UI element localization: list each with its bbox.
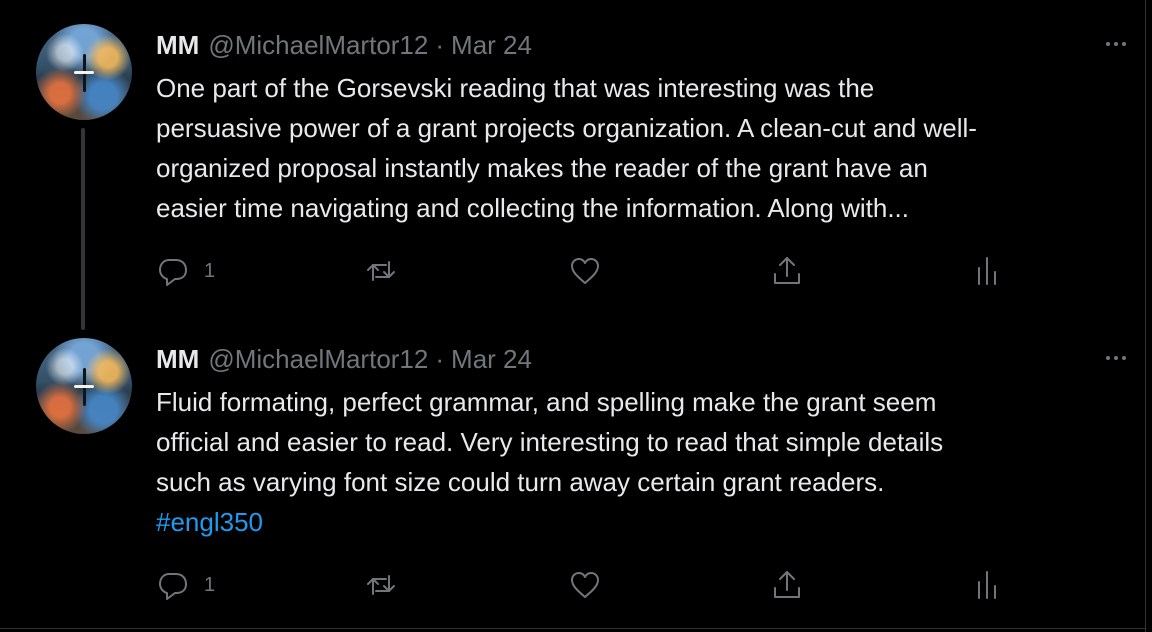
more-dot [1106,356,1110,360]
heart-icon [571,258,599,284]
analytics-button[interactable] [970,568,1004,602]
more-dot [1114,356,1118,360]
tweet-date[interactable]: Mar 24 [451,26,532,64]
tweet-text-line: persuasive power of a grant projects org… [156,113,977,143]
share-button[interactable] [770,254,804,288]
tweet-actions: 1 [156,254,1036,288]
tweet-text-line: such as varying font size could turn awa… [156,467,885,497]
tweet-content: MM @MichaelMartor12 · Mar 24 One part of… [156,26,1126,286]
avatar[interactable] [36,24,132,120]
more-dot [1122,42,1126,46]
meta-separator: · [435,344,445,374]
tweet-text: Fluid formating, perfect grammar, and sp… [156,382,1116,542]
tweet-text-line: official and easier to read. Very intere… [156,427,944,457]
reply-icon [159,259,187,286]
more-dot [1122,356,1126,360]
retweet-button[interactable] [364,254,398,288]
tweet-text-line: One part of the Gorsevski reading that w… [156,73,875,103]
tweet-text: One part of the Gorsevski reading that w… [156,68,1116,228]
frame-border-bottom [0,628,1146,629]
share-icon [774,571,800,598]
tweet-date[interactable]: Mar 24 [451,340,532,378]
like-button[interactable] [568,568,602,602]
user-handle[interactable]: @MichaelMartor12 [208,340,428,378]
share-icon [774,257,800,284]
tweet-header: MM @MichaelMartor12 · Mar 24 [156,340,1116,378]
tweet-header: MM @MichaelMartor12 · Mar 24 [156,26,1116,64]
reply-count: 1 [204,259,216,282]
analytics-icon [978,257,996,285]
analytics-icon [978,571,996,599]
analytics-button[interactable] [970,254,1004,288]
user-handle[interactable]: @MichaelMartor12 [208,26,428,64]
more-dot [1114,42,1118,46]
display-name[interactable]: MM [156,26,199,64]
display-name[interactable]: MM [156,340,199,378]
heart-icon [571,572,599,598]
more-horizontal-icon[interactable] [1096,351,1136,365]
share-button[interactable] [770,568,804,602]
reply-button[interactable]: 1 [156,254,215,288]
retweet-icon [367,261,395,281]
reply-button[interactable]: 1 [156,568,215,602]
reply-count: 1 [204,573,216,596]
hashtag-link[interactable]: #engl350 [156,502,1116,542]
more-horizontal-icon[interactable] [1096,37,1136,51]
tweet-actions: 1 [156,568,1036,602]
retweet-icon [367,575,395,595]
meta-separator: · [435,30,445,60]
thread-connector-line [81,128,85,330]
retweet-button[interactable] [364,568,398,602]
frame-border-right [1145,0,1146,632]
reply-icon [159,573,187,600]
like-button[interactable] [568,254,602,288]
more-dot [1106,42,1110,46]
tweet-text-line: easier time navigating and collecting th… [156,193,909,223]
tweet-text-line: Fluid formating, perfect grammar, and sp… [156,387,937,417]
tweet-content: MM @MichaelMartor12 · Mar 24 Fluid forma… [156,340,1126,600]
avatar[interactable] [36,338,132,434]
tweet-text-line: organized proposal instantly makes the r… [156,153,928,183]
